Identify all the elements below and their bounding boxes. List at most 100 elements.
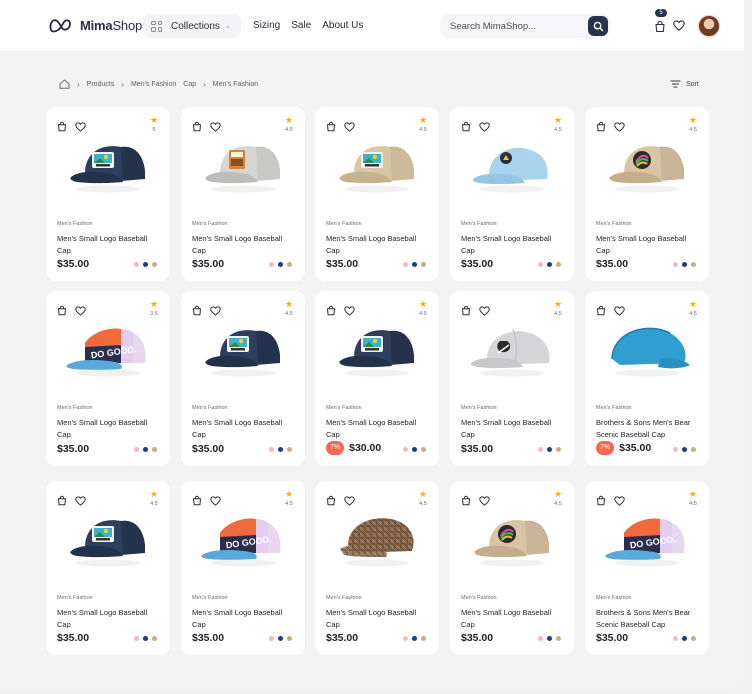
product-card[interactable]: ★ 4.5 DO GOOD. Men's Fashion Brothers & … <box>585 481 709 655</box>
swatch-tan[interactable] <box>691 261 696 267</box>
swatch-navy[interactable] <box>547 635 552 641</box>
sort-button[interactable]: Sort <box>670 80 699 88</box>
swatch-tan[interactable] <box>556 446 561 452</box>
swatch-pink[interactable] <box>538 635 543 641</box>
navy-trucker-cap-image[interactable] <box>63 131 153 195</box>
swatch-pink[interactable] <box>134 261 139 267</box>
nav-about-us[interactable]: About Us <box>322 20 363 31</box>
grey-baseball-cap-image[interactable] <box>467 315 557 379</box>
grey-patch-trucker-cap-image[interactable] <box>198 131 288 195</box>
swatch-pink[interactable] <box>269 635 274 641</box>
product-name[interactable]: Men's Small Logo Baseball Cap <box>57 417 163 441</box>
swatch-pink[interactable] <box>538 261 543 267</box>
do-good-five-panel-cap-image[interactable]: DO GOOD. <box>63 315 153 379</box>
product-card[interactable]: ★ 4.5 Men's Fashion Men's Small Logo Bas… <box>315 291 439 466</box>
swatch-tan[interactable] <box>287 446 292 452</box>
swatch-tan[interactable] <box>556 261 561 267</box>
collections-dropdown[interactable]: Collections ⌄ <box>143 14 241 38</box>
product-name[interactable]: Men's Small Logo Baseball Cap <box>192 607 298 631</box>
product-card[interactable]: ★ 4.5 Men's Fashion Brothers & Sons Men'… <box>585 291 709 466</box>
user-avatar[interactable] <box>698 15 720 37</box>
swatch-tan[interactable] <box>691 446 696 452</box>
swatch-pink[interactable] <box>403 261 408 267</box>
swatch-navy[interactable] <box>143 635 148 641</box>
product-card[interactable]: ★ 4.5 Men's Fashion Men's Small Logo Bas… <box>181 107 305 281</box>
product-name[interactable]: Men's Small Logo Baseball Cap <box>57 607 163 631</box>
swatch-pink[interactable] <box>673 261 678 267</box>
product-card[interactable]: ★ 3.5 DO GOOD. Men's Fashion Men's Small… <box>46 291 170 466</box>
navy-trucker-cap-image[interactable] <box>332 315 422 379</box>
navy-trucker-cap-image[interactable] <box>63 505 153 569</box>
swatch-tan[interactable] <box>421 635 426 641</box>
product-card[interactable]: ★ 4.5 DO GOOD. Men's Fashion Men's Small… <box>181 481 305 655</box>
tan-trucker-cap-image[interactable] <box>467 505 557 569</box>
swatch-navy[interactable] <box>682 635 687 641</box>
product-name[interactable]: Brothers & Sons Men's Bear Scenic Baseba… <box>596 607 702 631</box>
swatch-tan[interactable] <box>556 635 561 641</box>
product-name[interactable]: Men's Small Logo Baseball Cap <box>192 417 298 441</box>
search-input[interactable] <box>450 20 580 32</box>
product-card[interactable]: ★ 4.5 Men's Fashion Men's Small Logo Bas… <box>450 291 574 466</box>
swatch-navy[interactable] <box>412 446 417 452</box>
cart-button[interactable]: 5 <box>653 9 667 33</box>
swatch-tan[interactable] <box>287 261 292 267</box>
swatch-tan[interactable] <box>287 635 292 641</box>
wishlist-heart-icon[interactable] <box>673 20 685 31</box>
breadcrumb-mens-fashion[interactable]: Men's Fashion <box>131 81 176 88</box>
product-name[interactable]: Men's Small Logo Baseball Cap <box>461 417 567 441</box>
tan-trucker-cap-image[interactable] <box>602 131 692 195</box>
swatch-pink[interactable] <box>673 446 678 452</box>
swatch-navy[interactable] <box>547 446 552 452</box>
product-card[interactable]: ★ 4.5 Men's Fashion Men's Small Logo Bas… <box>585 107 709 281</box>
product-card[interactable]: ★ 5 Men's Fashion Men's Small Logo Baseb… <box>46 107 170 281</box>
breadcrumb-products[interactable]: Products <box>87 81 115 88</box>
swatch-navy[interactable] <box>682 446 687 452</box>
swatch-pink[interactable] <box>269 261 274 267</box>
search-button[interactable] <box>588 16 608 36</box>
plaid-ivy-cap-image[interactable] <box>332 505 422 569</box>
nav-sale[interactable]: Sale <box>291 20 311 31</box>
product-card[interactable]: ★ 4.5 Men's Fashion Men's Small Logo Bas… <box>315 481 439 655</box>
product-card[interactable]: ★ 4.5 Men's Fashion Men's Small Logo Bas… <box>450 107 574 281</box>
swatch-navy[interactable] <box>278 635 283 641</box>
swatch-pink[interactable] <box>403 635 408 641</box>
swatch-navy[interactable] <box>278 446 283 452</box>
swatch-pink[interactable] <box>134 635 139 641</box>
swatch-pink[interactable] <box>673 635 678 641</box>
swatch-tan[interactable] <box>421 446 426 452</box>
swatch-pink[interactable] <box>538 446 543 452</box>
swatch-tan[interactable] <box>691 635 696 641</box>
swatch-navy[interactable] <box>412 635 417 641</box>
product-name[interactable]: Men's Small Logo Baseball Cap <box>326 233 432 257</box>
swatch-tan[interactable] <box>152 261 157 267</box>
swatch-pink[interactable] <box>403 446 408 452</box>
product-name[interactable]: Brothers & Sons Men's Bear Scenic Baseba… <box>596 417 702 441</box>
swatch-pink[interactable] <box>269 446 274 452</box>
blue-suede-cap-image[interactable] <box>602 315 692 379</box>
swatch-navy[interactable] <box>143 261 148 267</box>
breadcrumb-cap[interactable]: Cap <box>183 81 196 88</box>
swatch-navy[interactable] <box>278 261 283 267</box>
do-good-five-panel-cap-image[interactable]: DO GOOD. <box>198 505 288 569</box>
do-good-five-panel-cap-image[interactable]: DO GOOD. <box>602 505 692 569</box>
product-name[interactable]: Men's Small Logo Baseball Cap <box>461 607 567 631</box>
product-name[interactable]: Men's Small Logo Baseball Cap <box>461 233 567 257</box>
product-name[interactable]: Men's Small Logo Baseball Cap <box>57 233 163 257</box>
khaki-trucker-cap-image[interactable] <box>332 131 422 195</box>
light-blue-cap-image[interactable] <box>467 131 557 195</box>
swatch-navy[interactable] <box>143 446 148 452</box>
navy-trucker-cap-image[interactable] <box>198 315 288 379</box>
home-icon[interactable] <box>59 79 70 89</box>
product-name[interactable]: Men's Small Logo Baseball Cap <box>596 233 702 257</box>
product-card[interactable]: ★ 4.5 Men's Fashion Men's Small Logo Bas… <box>450 481 574 655</box>
product-card[interactable]: ★ 4.5 Men's Fashion Men's Small Logo Bas… <box>46 481 170 655</box>
product-name[interactable]: Men's Small Logo Baseball Cap <box>326 417 432 441</box>
brand-logo[interactable]: MimaShop <box>48 15 142 35</box>
swatch-tan[interactable] <box>421 261 426 267</box>
swatch-pink[interactable] <box>134 446 139 452</box>
swatch-tan[interactable] <box>152 635 157 641</box>
swatch-navy[interactable] <box>682 261 687 267</box>
product-card[interactable]: ★ 4.5 Men's Fashion Men's Small Logo Bas… <box>315 107 439 281</box>
swatch-navy[interactable] <box>412 261 417 267</box>
swatch-tan[interactable] <box>152 446 157 452</box>
